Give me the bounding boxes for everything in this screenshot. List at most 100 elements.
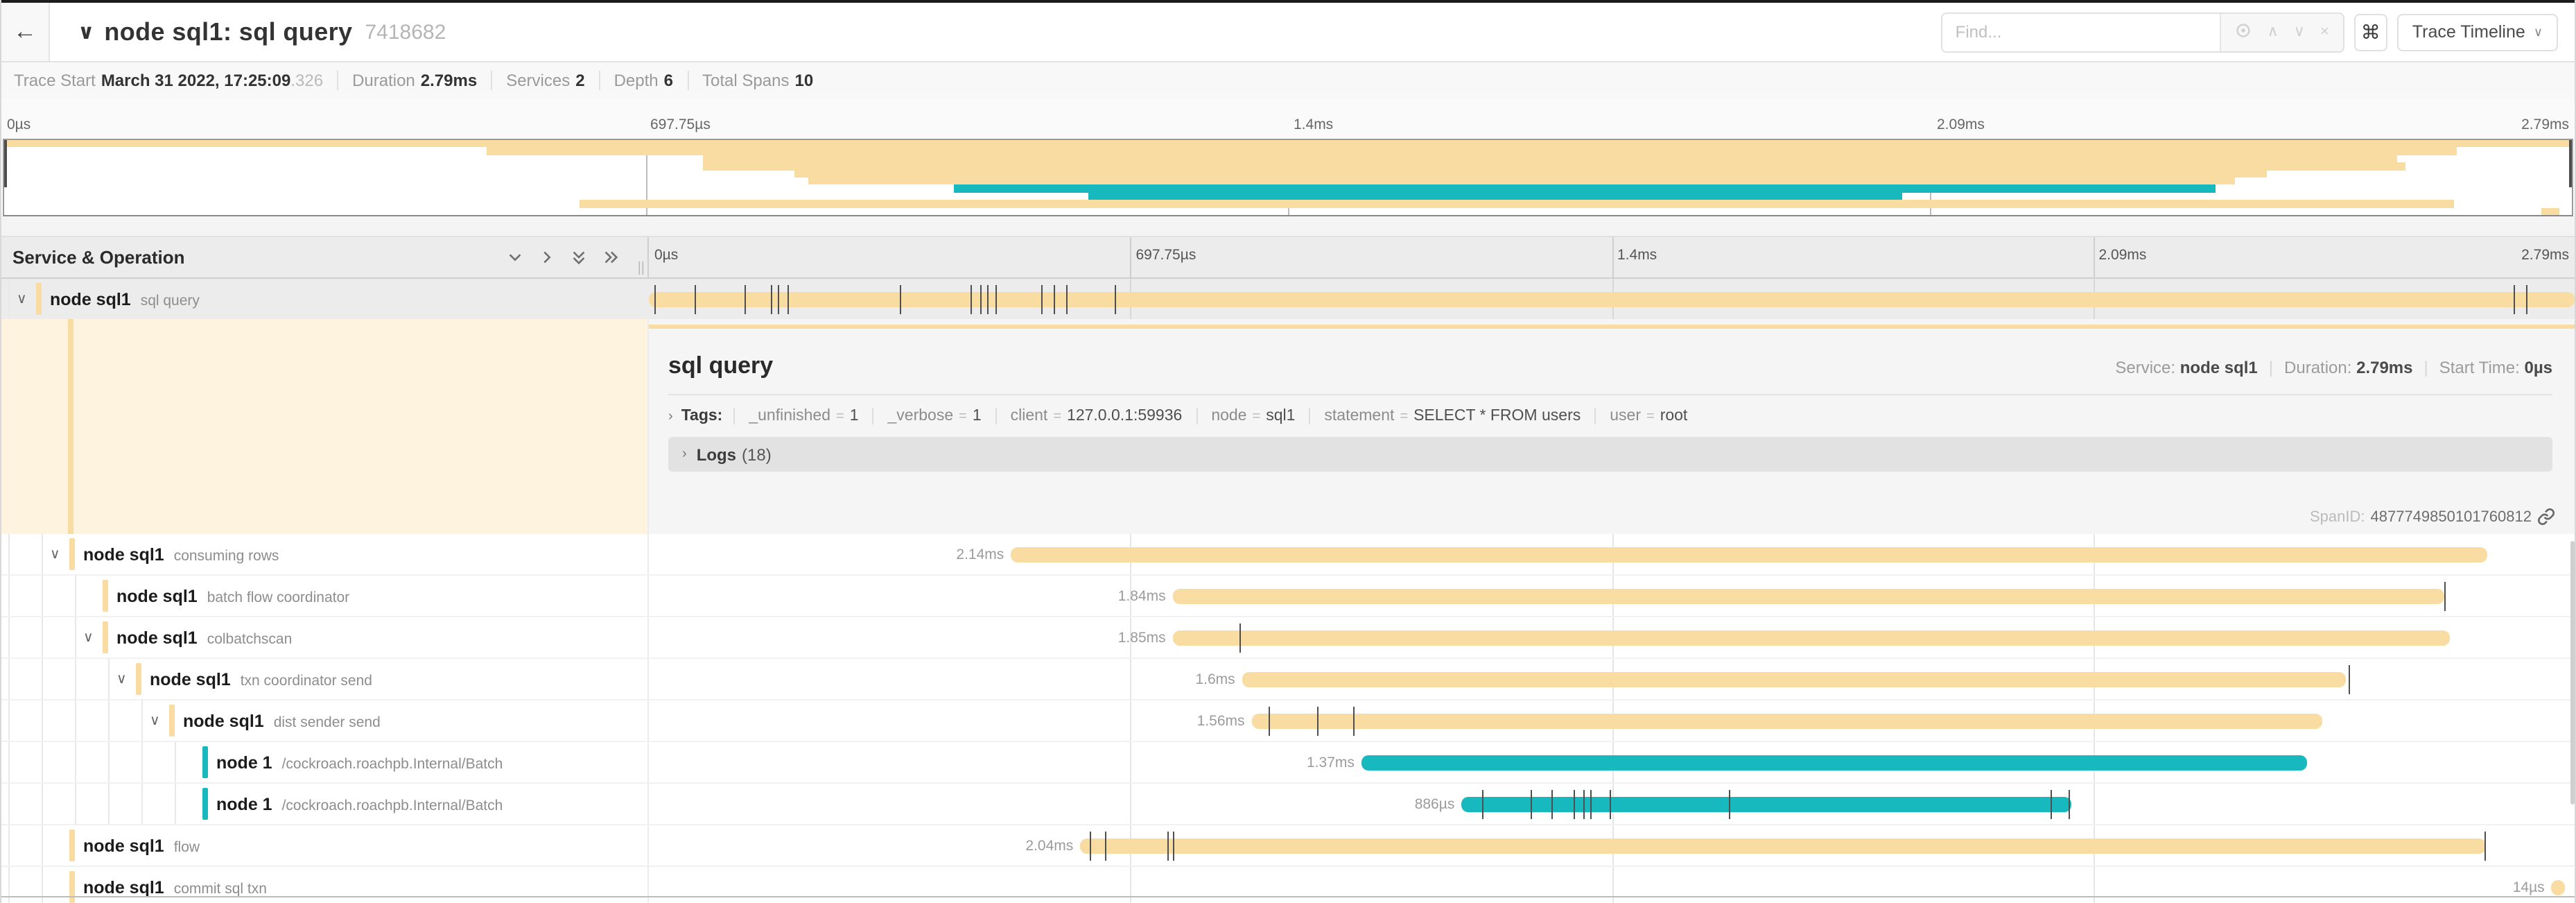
span-duration-bar[interactable] xyxy=(1242,671,2346,687)
span-collapse-icon[interactable]: ∨ xyxy=(50,547,60,562)
span-tree-cell[interactable]: node 1/cockroach.roachpb.Internal/Batch xyxy=(1,742,649,782)
span-row[interactable]: node 1/cockroach.roachpb.Internal/Batch8… xyxy=(1,784,2575,825)
span-log-tick xyxy=(2068,789,2069,818)
trace-title[interactable]: ∨ node sql1: sql query 7418682 xyxy=(78,17,1942,46)
span-collapse-icon[interactable]: ∨ xyxy=(83,630,94,645)
chevron-down-icon: ∨ xyxy=(2534,24,2543,40)
span-collapse-icon[interactable]: ∨ xyxy=(17,291,27,307)
tree-indent-guide xyxy=(174,784,175,824)
minimap-left-scrubber[interactable] xyxy=(4,140,7,187)
span-log-tick xyxy=(2527,284,2528,313)
tag-key: client xyxy=(1011,408,1048,424)
span-duration-bar[interactable] xyxy=(649,291,2575,307)
span-color-chip xyxy=(36,283,42,315)
minimap-tick-labels: 0µs697.75µs1.4ms2.09ms2.79ms xyxy=(1,98,2575,139)
tree-indent-guide xyxy=(141,700,142,741)
logs-count: (18) xyxy=(742,445,772,464)
span-timeline-cell[interactable] xyxy=(649,279,2575,319)
span-collapse-icon[interactable]: ∨ xyxy=(150,713,160,728)
minimap-right-scrubber[interactable] xyxy=(2569,140,2572,187)
span-row[interactable]: ∨node sql1dist sender send1.56ms xyxy=(1,700,2575,742)
collapse-one-icon[interactable] xyxy=(506,248,524,266)
tags-row[interactable]: ›Tags:_unfinished=1_verbose=1client=127.… xyxy=(668,394,2552,424)
span-duration-bar[interactable] xyxy=(1173,630,2450,645)
minimap-span-bar xyxy=(795,170,2266,178)
span-tree-cell[interactable]: ∨node sql1txn coordinator send xyxy=(1,659,649,699)
span-name: node sql1flow xyxy=(83,833,200,858)
span-tree-cell[interactable]: node sql1batch flow coordinator xyxy=(1,576,649,616)
find-next-icon[interactable]: ∨ xyxy=(2294,24,2305,40)
span-duration-bar[interactable] xyxy=(1080,838,2486,853)
trace-info-value: 2 xyxy=(575,71,584,90)
collapse-all-icon[interactable] xyxy=(570,248,588,266)
span-duration-bar[interactable] xyxy=(1252,713,2323,728)
ruler-gridline xyxy=(1612,237,1613,277)
tree-indent-guide xyxy=(141,742,142,782)
span-row[interactable]: node sql1batch flow coordinator1.84ms xyxy=(1,576,2575,617)
span-timeline-cell[interactable]: 1.85ms xyxy=(649,617,2575,657)
expand-all-icon[interactable] xyxy=(602,248,620,266)
span-timeline-cell[interactable]: 1.84ms xyxy=(649,576,2575,616)
trace-info-value-suffix: .326 xyxy=(290,71,323,90)
span-row[interactable]: ∨node sql1consuming rows2.14ms xyxy=(1,534,2575,576)
span-row[interactable]: node sql1flow 2.04ms xyxy=(1,825,2575,867)
span-log-tick xyxy=(1167,831,1168,860)
keyboard-shortcuts-button[interactable]: ⌘ xyxy=(2354,13,2387,51)
span-collapse-icon[interactable]: ∨ xyxy=(116,671,127,687)
find-controls: ∧ ∨ × xyxy=(2220,13,2343,51)
tag-key: _unfinished xyxy=(749,408,830,424)
span-timeline-cell[interactable]: 1.37ms xyxy=(649,742,2575,782)
span-timeline-cell[interactable]: 2.14ms xyxy=(649,534,2575,574)
trace-info-value: 10 xyxy=(794,71,813,90)
view-select-button[interactable]: Trace Timeline ∨ xyxy=(2397,13,2558,51)
span-detail-accent-cell xyxy=(1,319,649,534)
span-tree-cell[interactable]: ∨node sql1colbatchscan xyxy=(1,617,649,657)
span-tree-cell[interactable]: ∨node sql1sql query xyxy=(1,279,649,319)
span-tree-cell[interactable]: node sql1commit sql txn xyxy=(1,867,649,903)
find-match-icon[interactable] xyxy=(2236,22,2252,42)
span-row[interactable]: ∨node sql1txn coordinator send1.6ms xyxy=(1,659,2575,700)
search-input[interactable] xyxy=(1943,13,2220,51)
find-prev-icon[interactable]: ∧ xyxy=(2268,24,2279,40)
expand-one-icon[interactable] xyxy=(538,248,556,266)
scrollbar-thumb[interactable] xyxy=(2570,541,2575,805)
back-button[interactable]: ← xyxy=(1,3,50,61)
span-log-tick xyxy=(1173,831,1174,860)
span-log-tick xyxy=(1610,789,1611,818)
span-log-tick xyxy=(654,284,656,313)
span-row[interactable]: node 1/cockroach.roachpb.Internal/Batch1… xyxy=(1,742,2575,784)
span-detail-meta: Service: node sql1|Duration: 2.79ms|Star… xyxy=(2115,358,2552,377)
span-tree-cell[interactable]: ∨node sql1consuming rows xyxy=(1,534,649,574)
logs-toggle[interactable]: ›Logs(18) xyxy=(668,437,2552,472)
span-duration-bar[interactable] xyxy=(1361,755,2307,770)
timeline-gridline xyxy=(1131,867,1132,903)
minimap-span-graph[interactable] xyxy=(3,139,2573,216)
panel-resize-handle[interactable]: || xyxy=(638,261,645,276)
copy-link-icon[interactable] xyxy=(2537,508,2555,526)
span-id-row: SpanID:4877749850101760812 xyxy=(2310,508,2555,526)
tag-key: user xyxy=(1610,408,1641,424)
span-tree-cell[interactable]: node 1/cockroach.roachpb.Internal/Batch xyxy=(1,784,649,824)
tree-indent-guide xyxy=(8,700,9,741)
span-timeline-cell[interactable]: 1.6ms xyxy=(649,659,2575,699)
span-duration-bar[interactable] xyxy=(1011,547,2488,562)
span-timeline-cell[interactable]: 1.56ms xyxy=(649,700,2575,741)
span-timeline-cell[interactable]: 886µs xyxy=(649,784,2575,824)
span-tree-cell[interactable]: node sql1flow xyxy=(1,825,649,866)
span-duration-bar[interactable] xyxy=(1173,588,2444,603)
span-color-chip xyxy=(69,538,75,570)
span-tree-cell[interactable]: ∨node sql1dist sender send xyxy=(1,700,649,741)
find-clear-icon[interactable]: × xyxy=(2320,24,2329,40)
span-log-tick xyxy=(1067,284,1068,313)
span-row[interactable]: ∨node sql1sql query xyxy=(1,279,2575,319)
span-log-tick xyxy=(778,284,779,313)
span-duration-bar[interactable] xyxy=(2552,879,2565,895)
tag-value: 1 xyxy=(850,408,859,424)
span-row[interactable]: ∨node sql1colbatchscan1.85ms xyxy=(1,617,2575,659)
span-timeline-cell[interactable]: 14µs xyxy=(649,867,2575,903)
tag-value: root xyxy=(1660,408,1688,424)
trace-info-item: Duration2.79ms xyxy=(337,71,491,90)
span-timeline-cell[interactable]: 2.04ms xyxy=(649,825,2575,866)
collapse-trace-icon[interactable]: ∨ xyxy=(78,19,94,44)
span-row[interactable]: node sql1commit sql txn14µs xyxy=(1,867,2575,903)
